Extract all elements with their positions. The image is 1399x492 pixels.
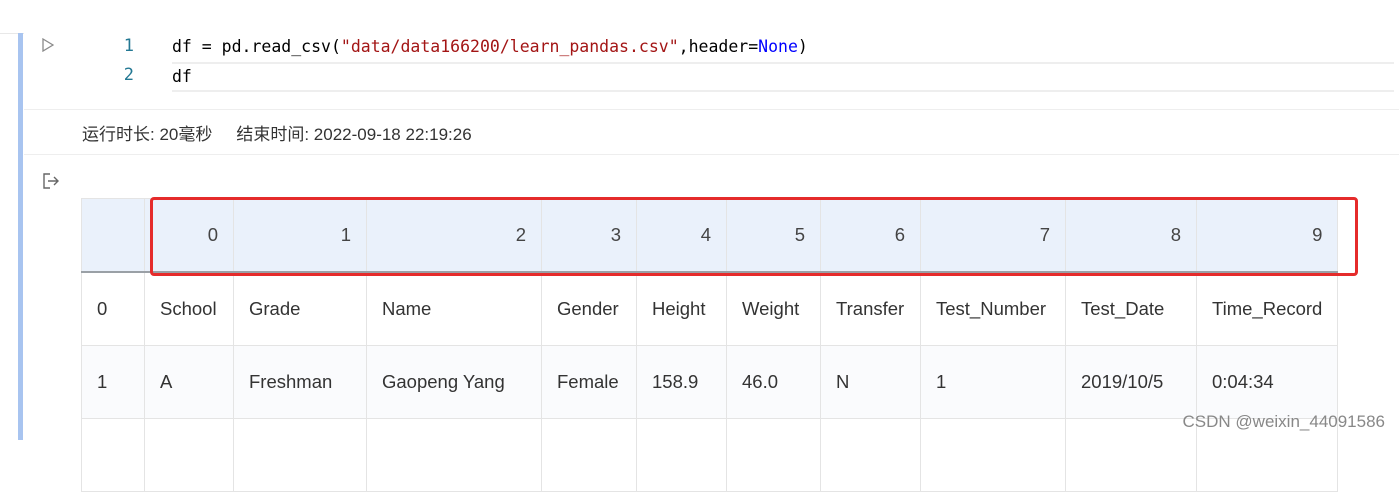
table-cell: Transfer [820, 271, 921, 346]
table-cell: Freshman [233, 345, 367, 419]
end-time: 结束时间: 2022-09-18 22:19:26 [236, 125, 472, 144]
header-row: 0 1 2 3 4 5 6 7 8 9 [81, 198, 1339, 273]
table-row: 0 School Grade Name Gender Height Weight… [81, 271, 1339, 346]
table-cell: Grade [233, 271, 367, 346]
index-header [81, 198, 145, 273]
column-header: 5 [726, 198, 821, 273]
table-cell: 46.0 [726, 345, 821, 419]
table-cell [726, 418, 821, 492]
watermark: CSDN @weixin_44091586 [1182, 412, 1385, 431]
code-token-string: "data/data166200/learn_pandas.csv" [340, 37, 679, 56]
table-cell: Female [541, 345, 637, 419]
column-header: 3 [541, 198, 637, 273]
code-token-text: df = pd.read_csv( [172, 37, 341, 56]
table-cell [636, 418, 727, 492]
code-token-keyword: None [758, 37, 798, 56]
column-header: 9 [1195, 198, 1339, 273]
table-cell [233, 418, 367, 492]
table-cell [144, 418, 234, 492]
table-cell: A [144, 345, 234, 419]
code-line-1[interactable]: df = pd.read_csv("data/data166200/learn_… [172, 34, 808, 60]
top-strip [0, 0, 1399, 34]
table-cell: Gaopeng Yang [366, 345, 542, 419]
cell-selection-bar[interactable] [18, 33, 23, 440]
table-cell: Name [366, 271, 542, 346]
output-toggle[interactable] [42, 172, 62, 192]
code-token-text: ) [797, 37, 808, 56]
column-header: 2 [366, 198, 542, 273]
row-index [81, 418, 145, 492]
table-cell [541, 418, 637, 492]
code-line-2[interactable]: df [172, 62, 1394, 92]
column-header: 8 [1065, 198, 1197, 273]
run-duration: 运行时长: 20毫秒 [82, 125, 213, 144]
table-cell: N [820, 345, 921, 419]
table-cell: Weight [726, 271, 821, 346]
table-cell [820, 418, 921, 492]
code-token-text: df [172, 67, 192, 86]
table-cell [1065, 418, 1197, 492]
table-cell: Height [636, 271, 727, 346]
table-cell [920, 418, 1066, 492]
table-cell [366, 418, 542, 492]
execution-info: 运行时长: 20毫秒 结束时间: 2022-09-18 22:19:26 [82, 120, 472, 145]
line-number-1: 1 [123, 36, 134, 56]
column-header: 1 [233, 198, 367, 273]
table-cell: Gender [541, 271, 637, 346]
row-index: 1 [81, 345, 145, 419]
table-cell: 1 [920, 345, 1066, 419]
table-cell: 158.9 [636, 345, 727, 419]
row-index: 0 [81, 271, 145, 346]
dataframe-output: 0 1 2 3 4 5 6 7 8 9 0 School Grade Name … [81, 198, 1339, 492]
table-row: 1 A Freshman Gaopeng Yang Female 158.9 4… [81, 345, 1339, 419]
line-number-2: 2 [123, 65, 134, 85]
table-cell: School [144, 271, 234, 346]
column-header: 0 [144, 198, 234, 273]
code-token-text: ,header= [678, 37, 759, 56]
table-cell: 0:04:34 [1195, 345, 1339, 419]
table-cell: Time_Record [1195, 271, 1339, 346]
column-header: 7 [920, 198, 1066, 273]
column-header: 4 [636, 198, 727, 273]
run-cell-button[interactable] [42, 37, 58, 56]
output-arrow-icon [43, 173, 59, 189]
column-header: 6 [820, 198, 921, 273]
table-row [81, 418, 1339, 492]
play-triangle-icon [42, 37, 55, 53]
dataframe-table: 0 1 2 3 4 5 6 7 8 9 0 School Grade Name … [81, 198, 1339, 492]
table-cell: 2019/10/5 [1065, 345, 1197, 419]
table-cell: Test_Date [1065, 271, 1197, 346]
table-cell: Test_Number [920, 271, 1066, 346]
